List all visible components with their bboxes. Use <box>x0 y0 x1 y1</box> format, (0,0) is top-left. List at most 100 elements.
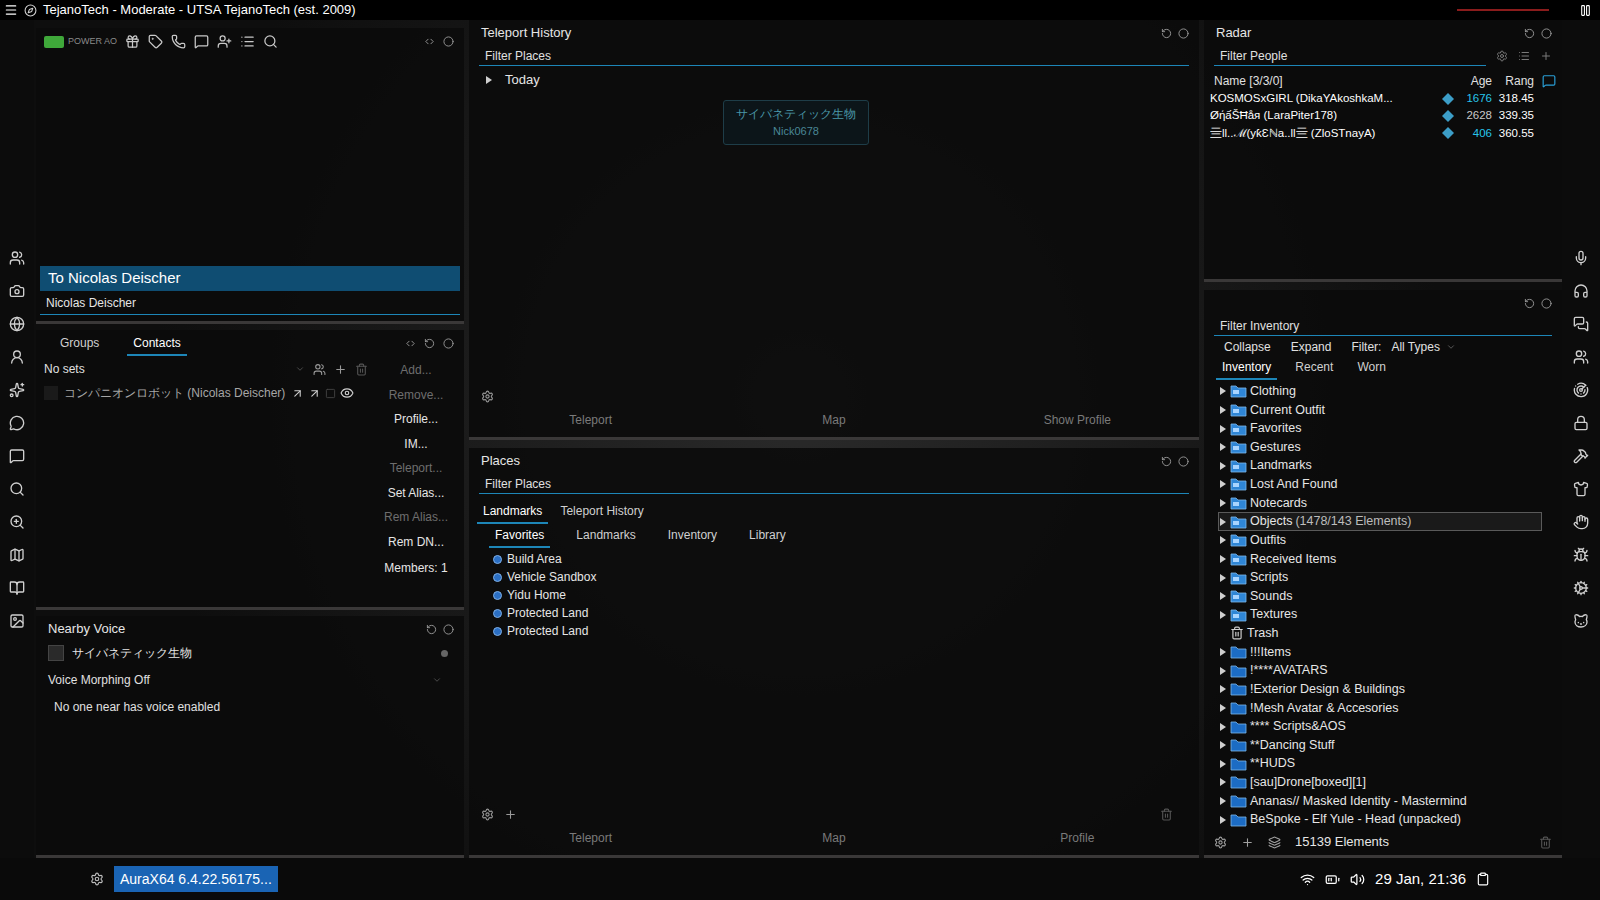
filter-dropdown[interactable]: All Types <box>1391 338 1455 356</box>
microphone-icon[interactable] <box>1573 250 1589 266</box>
new-window-icon[interactable] <box>1268 836 1281 849</box>
inventory-folder[interactable]: !Exterior Design & Buildings <box>1218 680 1542 699</box>
taskbar-app-button[interactable]: AuraX64 6.4.22.56175... <box>114 866 278 892</box>
voice-chat-icon[interactable] <box>1573 316 1589 332</box>
guide-icon[interactable] <box>9 580 25 596</box>
inventory-folder[interactable]: **** Scripts&AOS <box>1218 717 1542 736</box>
refresh-icon[interactable] <box>1161 28 1172 39</box>
launcher-icon[interactable] <box>90 872 104 886</box>
build-icon[interactable] <box>1573 448 1589 464</box>
people-icon[interactable] <box>9 250 25 266</box>
menu-icon[interactable] <box>4 3 18 17</box>
gear-icon[interactable] <box>1496 50 1508 62</box>
landmark-item[interactable]: Build Area <box>493 550 1199 568</box>
add-icon[interactable] <box>1540 50 1552 62</box>
contact-action-button[interactable]: Rem DN... <box>388 530 444 555</box>
inventory-folder[interactable]: Lost And Found <box>1218 475 1542 494</box>
gear-icon[interactable] <box>481 808 494 821</box>
see-online-icon[interactable] <box>291 387 304 400</box>
landmark-item[interactable]: Protected Land <box>493 622 1199 640</box>
places-subtab[interactable]: Landmarks <box>570 526 641 548</box>
refresh-icon[interactable] <box>426 624 437 635</box>
collapse-button[interactable]: Collapse <box>1224 338 1271 356</box>
collapsed-arrow-icon[interactable] <box>1219 442 1227 452</box>
collapsed-arrow-icon[interactable] <box>1219 610 1227 620</box>
avatar-icon[interactable] <box>9 349 25 365</box>
voice-speaker-row[interactable]: サイバネティック生物 <box>36 642 464 664</box>
power-ao-button[interactable]: POWER AO <box>44 35 117 49</box>
gear-icon[interactable] <box>1214 836 1227 849</box>
chat-icon[interactable] <box>9 448 25 464</box>
inventory-folder[interactable]: Ananas// Masked Identity - Mastermind <box>1218 792 1542 811</box>
places-button[interactable]: Teleport <box>569 829 612 851</box>
add-icon[interactable] <box>1241 836 1254 849</box>
minimize-icon[interactable] <box>1541 298 1552 309</box>
contact-action-button[interactable]: Set Alias... <box>388 481 445 506</box>
collapsed-arrow-icon[interactable] <box>1219 498 1227 508</box>
contact-action-button[interactable]: IM... <box>404 432 427 457</box>
groups-icon[interactable] <box>1573 349 1589 365</box>
minimize-icon[interactable] <box>443 36 454 47</box>
collapsed-arrow-icon[interactable] <box>1219 386 1227 396</box>
inventory-folder[interactable]: BeSpoke - Elf Yule - Head (unpacked) <box>1218 810 1542 829</box>
places-button[interactable]: Map <box>822 829 845 851</box>
collapsed-arrow-icon[interactable] <box>1219 647 1227 657</box>
inventory-folder[interactable]: Sounds <box>1218 587 1542 606</box>
zoom-icon[interactable] <box>9 514 25 530</box>
delete-set-icon[interactable] <box>355 363 368 376</box>
landmark-item[interactable]: Yidu Home <box>493 586 1199 604</box>
places-tab[interactable]: Landmarks <box>477 502 548 524</box>
collapsed-arrow-icon[interactable] <box>1219 554 1227 564</box>
collapsed-arrow-icon[interactable] <box>1219 722 1227 732</box>
appearance-icon[interactable] <box>1573 481 1589 497</box>
collapsed-arrow-icon[interactable] <box>1219 703 1227 713</box>
history-button[interactable]: Teleport <box>569 411 612 433</box>
landmark-item[interactable]: Protected Land <box>493 604 1199 622</box>
landmark-item[interactable]: Vehicle Sandbox <box>493 568 1199 586</box>
collapsed-arrow-icon[interactable] <box>1219 405 1227 415</box>
search-icon[interactable] <box>263 34 278 49</box>
refresh-icon[interactable] <box>424 338 435 349</box>
world-icon[interactable] <box>9 316 25 332</box>
inventory-folder[interactable]: Textures <box>1218 606 1542 625</box>
history-group[interactable]: Today <box>469 68 1199 92</box>
see-map-icon[interactable] <box>308 387 321 400</box>
contact-action-button[interactable]: Profile... <box>394 407 438 432</box>
collapsed-arrow-icon[interactable] <box>1219 591 1227 601</box>
collapsed-arrow-icon[interactable] <box>1219 517 1227 527</box>
refresh-icon[interactable] <box>1524 28 1535 39</box>
filter-places-field[interactable]: Filter Places <box>479 474 1189 494</box>
phone-icon[interactable] <box>171 34 186 49</box>
battery-icon[interactable] <box>1325 872 1340 887</box>
list-icon[interactable] <box>1518 50 1530 62</box>
contact-row[interactable]: コンパニオンロボット (Nicolas Deischer) <box>44 382 368 404</box>
places-button[interactable]: Profile <box>1060 829 1094 851</box>
fox-icon[interactable] <box>1573 613 1589 629</box>
inventory-tab[interactable]: Worn <box>1351 358 1391 380</box>
contact-action-button[interactable]: Teleport... <box>390 456 443 481</box>
inventory-tab[interactable]: Recent <box>1289 358 1339 380</box>
collapsed-arrow-icon[interactable] <box>1219 815 1227 825</box>
voice-morph-dropdown[interactable]: Voice Morphing Off <box>36 666 464 694</box>
minimize-icon[interactable] <box>1178 456 1189 467</box>
picture-icon[interactable] <box>9 613 25 629</box>
wifi-icon[interactable] <box>1300 872 1315 887</box>
inventory-folder[interactable]: !Mesh Avatar & Accesories <box>1218 699 1542 718</box>
gift-icon[interactable] <box>125 34 140 49</box>
contacts-tab[interactable]: Contacts <box>127 334 186 356</box>
collapsed-arrow-icon[interactable] <box>485 75 493 85</box>
collapsed-arrow-icon[interactable] <box>1219 684 1227 694</box>
filter-inventory-field[interactable]: Filter Inventory <box>1214 316 1552 336</box>
clock[interactable]: 29 Jan, 21:36 <box>1375 868 1466 891</box>
inventory-folder[interactable]: Notecards <box>1218 494 1542 513</box>
radar-row[interactable]: 亖ll..ℳ(yƙƐℕa..ll亖 (ZloSTnayA)406360.55 <box>1210 125 1556 142</box>
collapsed-arrow-icon[interactable] <box>1219 461 1227 471</box>
chat-bubble-icon[interactable] <box>1542 74 1556 88</box>
pause-icon[interactable] <box>1579 4 1592 17</box>
collapsed-arrow-icon[interactable] <box>1219 666 1227 676</box>
places-tab[interactable]: Teleport History <box>554 502 649 524</box>
add-set-icon[interactable] <box>334 363 347 376</box>
minimize-icon[interactable] <box>443 338 454 349</box>
contact-action-button[interactable]: Remove... <box>389 383 444 408</box>
manage-sets-icon[interactable] <box>313 363 326 376</box>
